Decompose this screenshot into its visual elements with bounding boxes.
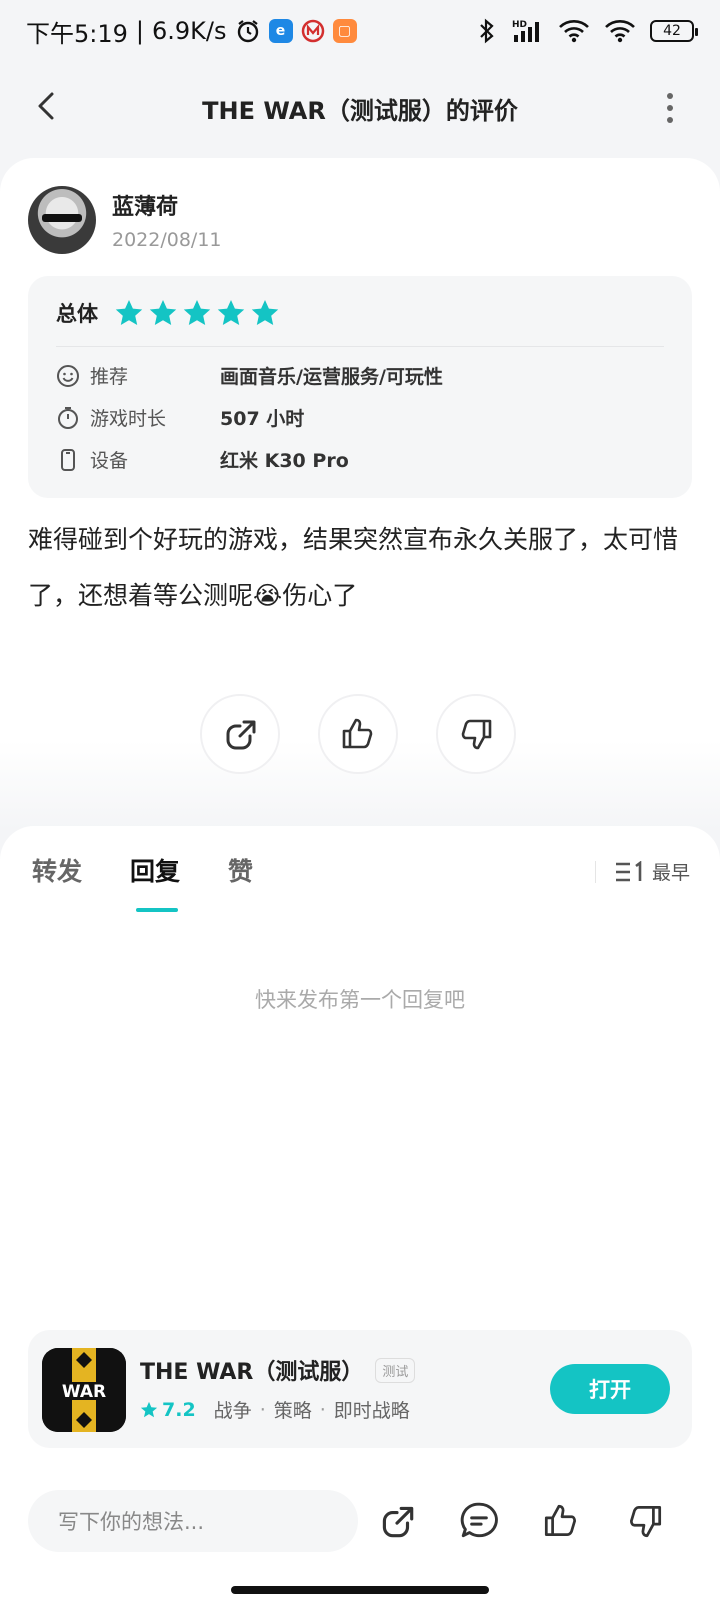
review-text: 难得碰到个好玩的游戏，结果突然宣布永久关服了，太可惜了，还想着等公测呢😭伤心了 [28,525,679,610]
mi-store-icon: ▢ [332,19,357,43]
timer-icon [58,406,78,429]
more-options-icon[interactable] [660,90,680,126]
tab-replies[interactable]: 回复 [130,852,180,912]
game-tag: 策略 [273,1400,312,1422]
game-tag: 战争 [213,1400,252,1422]
star-icon [217,300,245,325]
recommend-value: 画面音乐/运营服务/可玩性 [220,366,443,388]
tab-forward[interactable]: 转发 [32,852,82,888]
playtime-row: 游戏时长 507 小时 [56,404,304,431]
alarm-icon [235,18,261,44]
share-icon[interactable] [376,1500,418,1542]
game-name-row: THE WAR（测试服） 测试 [140,1354,416,1386]
top-nav: THE WAR（测试服）的评价 [0,62,720,154]
recommend-row: 推荐 画面音乐/运营服务/可玩性 [56,362,443,389]
sort-icon [615,860,642,881]
comment-input[interactable]: 写下你的想法... [28,1490,358,1552]
game-icon[interactable]: WAR [42,1348,126,1432]
game-logo-icon: WAR [42,1348,126,1432]
review-actions [200,694,516,774]
overall-rating: 总体 [56,298,284,328]
status-separator: | [135,17,144,45]
sort-label: 最早 [651,862,690,884]
thumbs-down-icon [461,719,492,750]
test-badge: 测试 [375,1357,416,1383]
thumbs-down-icon[interactable] [624,1500,666,1542]
signal-icon: HD [510,18,544,44]
sort-divider [594,860,596,883]
review-date: 2022/08/11 [112,229,222,251]
game-meta: 7.2 战争 · 策略 · 即时战略 [140,1396,410,1423]
status-time: 下午5:19 [26,19,128,48]
svg-text:HD: HD [512,20,527,30]
thumbs-up-icon [342,718,373,749]
reply-tabs: 转发 回复 赞 [32,852,253,912]
author-info: 蓝薄荷 2022/08/11 [112,189,222,251]
recommend-label: 推荐 [90,366,129,388]
device-label: 设备 [90,450,129,472]
wifi-6-icon [604,19,636,43]
sort-control[interactable]: 最早 [594,858,690,885]
review-author[interactable]: 蓝薄荷 2022/08/11 [28,186,222,254]
like-button[interactable] [318,694,398,774]
smile-icon [57,364,79,387]
rating-divider [56,346,664,347]
playtime-value: 507 小时 [220,408,305,430]
star-icon [140,1401,158,1417]
tag-separator: · [319,1398,326,1421]
wifi-icon [558,19,590,43]
tab-likes[interactable]: 赞 [228,852,253,888]
author-name[interactable]: 蓝薄荷 [112,189,222,221]
game-tag: 即时战略 [333,1400,410,1422]
comment-icon[interactable] [458,1500,500,1542]
m-app-icon [301,19,325,43]
rating-box: 总体 推荐 画面音乐/运营服务/可玩性 游戏时长 507 小时 设备 红米 K3… [28,276,692,498]
bluetooth-icon [478,18,496,44]
status-bar: 下午5:19 | 6.9K/s e ▢ HD 42 [0,0,720,62]
star-icon [183,300,211,325]
game-card[interactable]: WAR THE WAR（测试服） 测试 7.2 战争 · 策略 · 即时战略 打… [28,1330,692,1448]
svg-text:WAR: WAR [62,1382,106,1402]
back-icon[interactable] [28,86,68,126]
star-icon [115,300,143,325]
battery-level: 42 [663,23,681,39]
share-button[interactable] [200,694,280,774]
star-rating [114,298,284,328]
thumbs-up-icon[interactable] [540,1500,582,1542]
open-game-button[interactable]: 打开 [550,1364,670,1414]
page-title: THE WAR（测试服）的评价 [202,96,518,125]
star-icon [251,300,279,325]
phone-icon [61,448,75,471]
game-score-value: 7.2 [162,1398,196,1421]
tag-separator: · [259,1398,266,1421]
star-icon [149,300,177,325]
overall-label: 总体 [56,302,98,326]
dislike-button[interactable] [436,694,516,774]
game-name[interactable]: THE WAR（测试服） [140,1354,363,1386]
share-icon [226,720,256,750]
game-score: 7.2 [140,1399,196,1421]
status-net-speed: 6.9K/s [152,17,227,45]
playtime-label: 游戏时长 [90,408,167,430]
app-notification-icon: e [268,19,293,43]
home-indicator[interactable] [231,1586,489,1594]
empty-replies-text: 快来发布第一个回复吧 [255,988,465,1012]
device-value: 红米 K30 Pro [220,450,349,472]
battery-icon: 42 [650,20,698,42]
avatar[interactable] [28,186,96,254]
device-row: 设备 红米 K30 Pro [56,446,349,473]
